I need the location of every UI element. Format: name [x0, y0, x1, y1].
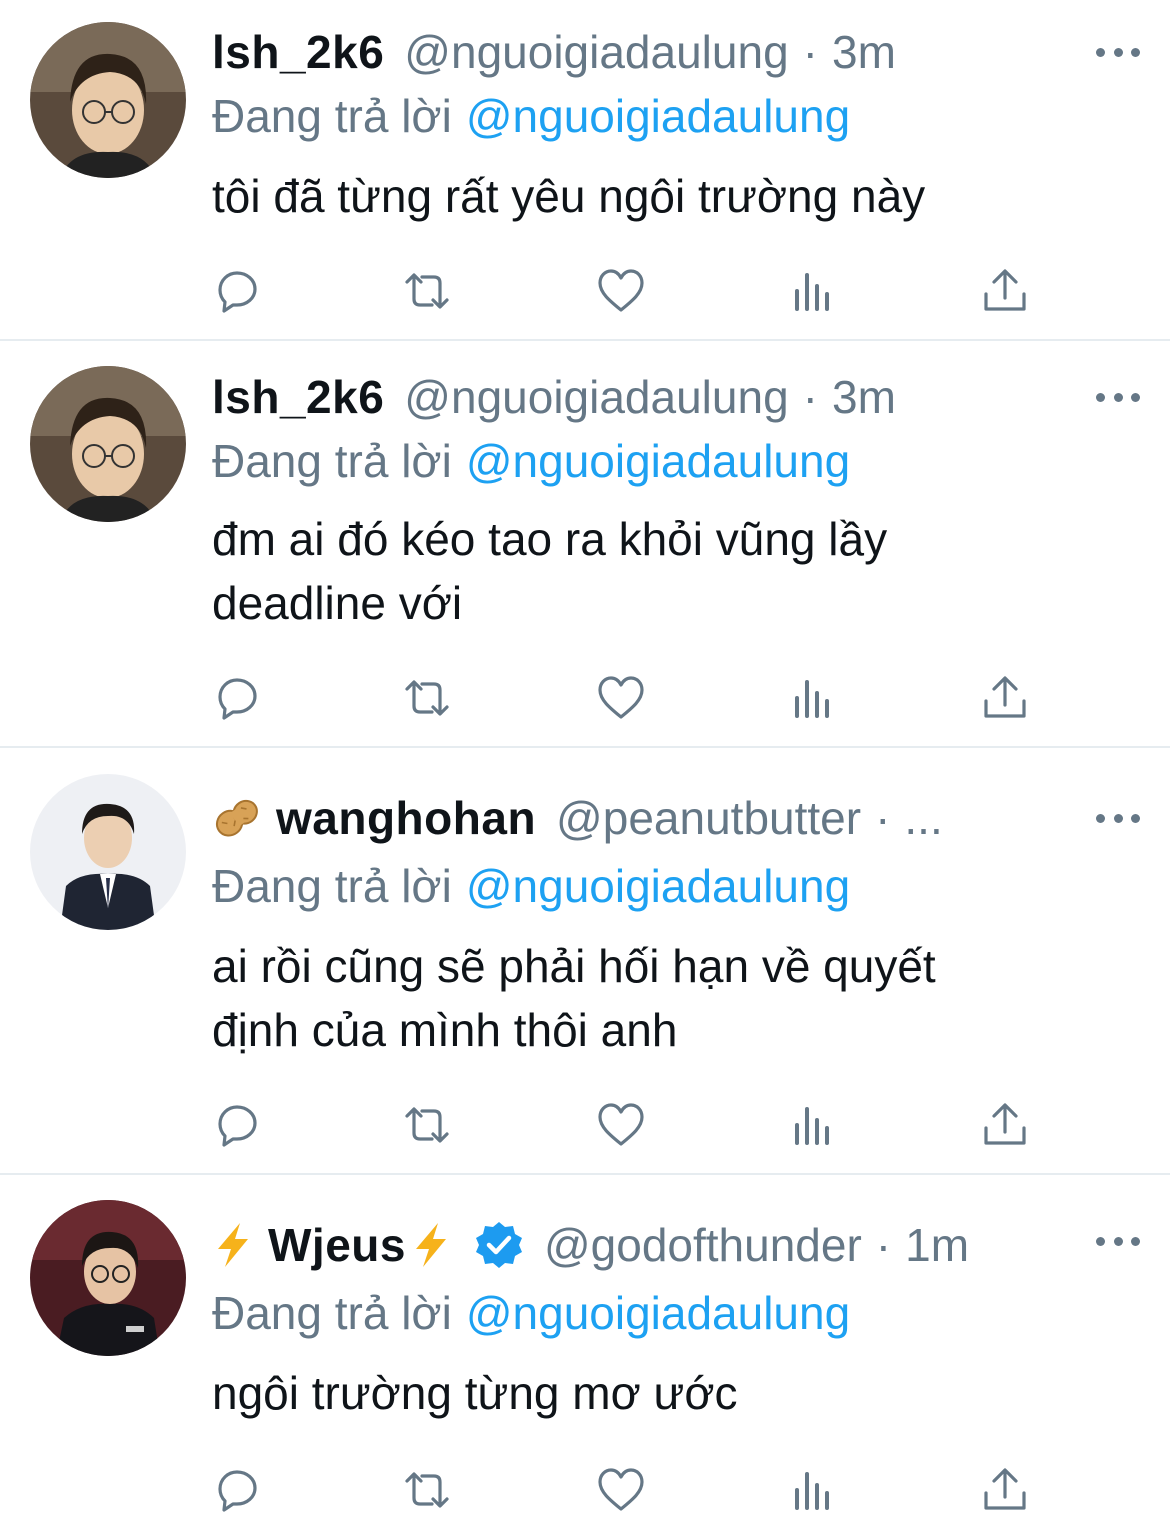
replying-to: Đang trả lời @nguoigiadaulung: [212, 433, 850, 489]
reply-handle-link[interactable]: @nguoigiadaulung: [466, 860, 850, 912]
replying-to: Đang trả lời @nguoigiadaulung: [212, 1285, 850, 1341]
avatar[interactable]: [30, 22, 186, 178]
action-bar: [212, 673, 1032, 723]
reply-icon[interactable]: [212, 673, 262, 723]
avatar-photo: [30, 1200, 186, 1356]
display-name[interactable]: lsh_2k6: [212, 369, 384, 425]
share-icon[interactable]: [980, 266, 1030, 316]
tweet-header: lsh_2k6 @nguoigiadaulung · 3m: [212, 24, 1080, 80]
separator: ·: [875, 1219, 892, 1271]
replying-to: Đang trả lời @nguoigiadaulung: [212, 858, 850, 914]
timestamp[interactable]: ...: [904, 790, 942, 846]
replying-to: Đang trả lời @nguoigiadaulung: [212, 88, 850, 144]
tweet[interactable]: Wjeus @godofthunder · 1m Đang trả lời @ng…: [0, 1175, 1170, 1528]
peanut-emoji: [212, 795, 262, 841]
avatar-photo: [30, 22, 186, 178]
tweet-header: lsh_2k6 @nguoigiadaulung · 3m: [212, 369, 1080, 425]
like-icon[interactable]: [596, 266, 646, 316]
reply-handle-link[interactable]: @nguoigiadaulung: [466, 1287, 850, 1339]
more-options-icon[interactable]: [1096, 387, 1140, 407]
share-icon[interactable]: [980, 1465, 1030, 1515]
analytics-icon[interactable]: [788, 673, 838, 723]
verified-badge-icon: [474, 1220, 524, 1270]
avatar-photo: [30, 366, 186, 522]
analytics-icon[interactable]: [788, 266, 838, 316]
user-handle[interactable]: @nguoigiadaulung: [404, 24, 788, 80]
more-options-icon[interactable]: [1096, 1231, 1140, 1251]
display-name[interactable]: Wjeus: [268, 1217, 406, 1273]
reply-icon[interactable]: [212, 1100, 262, 1150]
tweet[interactable]: lsh_2k6 @nguoigiadaulung · 3m Đang trả l…: [0, 341, 1170, 747]
reply-handle-link[interactable]: @nguoigiadaulung: [466, 90, 850, 142]
reply-prefix: Đang trả lời: [212, 1287, 452, 1339]
retweet-icon[interactable]: [402, 266, 452, 316]
like-icon[interactable]: [596, 1465, 646, 1515]
action-bar: [212, 1100, 1032, 1150]
retweet-icon[interactable]: [402, 1100, 452, 1150]
timestamp[interactable]: 1m: [905, 1217, 969, 1273]
analytics-icon[interactable]: [788, 1465, 838, 1515]
separator: ·: [802, 371, 818, 423]
timestamp[interactable]: 3m: [832, 24, 896, 80]
reply-icon[interactable]: [212, 266, 262, 316]
avatar[interactable]: [30, 366, 186, 522]
tweet-header: Wjeus @godofthunder · 1m: [212, 1217, 1080, 1273]
separator: ·: [875, 792, 891, 844]
reply-prefix: Đang trả lời: [212, 435, 452, 487]
action-bar: [212, 1465, 1032, 1515]
tweet[interactable]: wanghohan @peanutbutter · ... Đang trả l…: [0, 748, 1170, 1174]
tweet[interactable]: lsh_2k6 @nguoigiadaulung · 3m Đang trả l…: [0, 0, 1170, 340]
more-options-icon[interactable]: [1096, 808, 1140, 828]
reply-prefix: Đang trả lời: [212, 90, 452, 142]
reply-handle-link[interactable]: @nguoigiadaulung: [466, 435, 850, 487]
lightning-emoji: [212, 1221, 254, 1269]
reply-prefix: Đang trả lời: [212, 860, 452, 912]
tweet-text: tôi đã từng rất yêu ngôi trường này: [212, 170, 926, 222]
retweet-icon[interactable]: [402, 1465, 452, 1515]
like-icon[interactable]: [596, 1100, 646, 1150]
action-bar: [212, 266, 1032, 316]
avatar-photo: [30, 774, 186, 930]
user-handle[interactable]: @nguoigiadaulung: [404, 369, 788, 425]
avatar[interactable]: [30, 774, 186, 930]
share-icon[interactable]: [980, 673, 1030, 723]
display-name[interactable]: wanghohan: [276, 790, 536, 846]
tweet-header: wanghohan @peanutbutter · ...: [212, 790, 1080, 846]
separator: ·: [802, 26, 818, 78]
reply-icon[interactable]: [212, 1465, 262, 1515]
tweet-text: đm ai đó kéo tao ra khỏi vũng lầy deadli…: [212, 513, 888, 629]
display-name[interactable]: lsh_2k6: [212, 24, 384, 80]
tweet-text: ngôi trường từng mơ ước: [212, 1367, 738, 1419]
analytics-icon[interactable]: [788, 1100, 838, 1150]
tweet-text: ai rồi cũng sẽ phải hối hạn về quyết địn…: [212, 940, 936, 1056]
timestamp[interactable]: 3m: [832, 369, 896, 425]
share-icon[interactable]: [980, 1100, 1030, 1150]
more-options-icon[interactable]: [1096, 42, 1140, 62]
user-handle[interactable]: @godofthunder: [544, 1217, 862, 1273]
avatar[interactable]: [30, 1200, 186, 1356]
user-handle[interactable]: @peanutbutter: [556, 790, 861, 846]
like-icon[interactable]: [596, 673, 646, 723]
lightning-emoji: [410, 1221, 452, 1269]
retweet-icon[interactable]: [402, 673, 452, 723]
